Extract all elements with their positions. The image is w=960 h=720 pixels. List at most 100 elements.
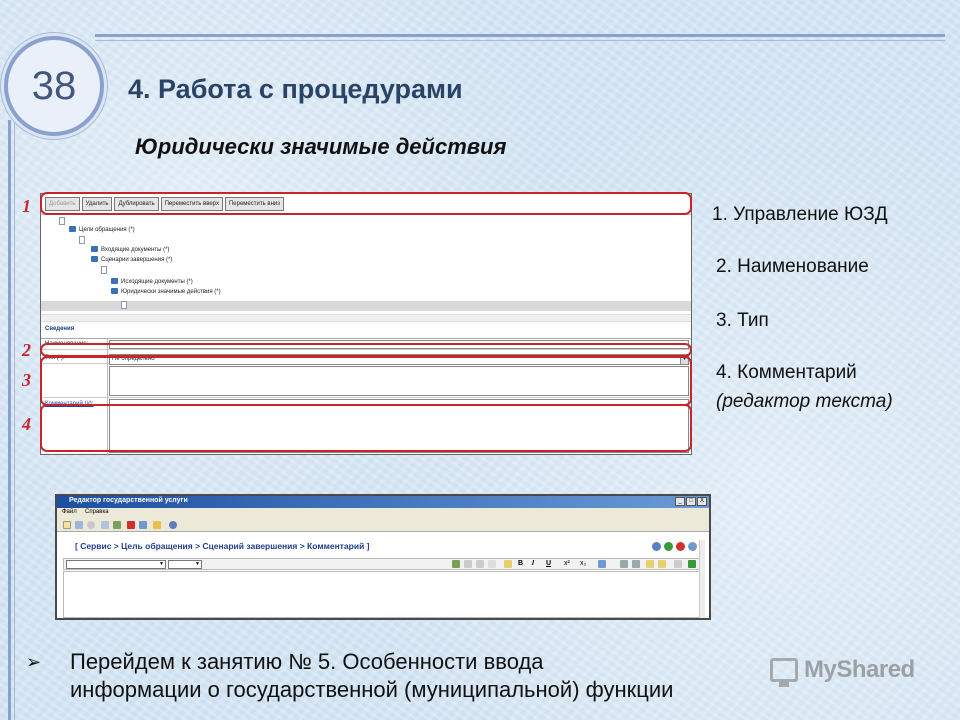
list-icon[interactable]	[620, 560, 628, 568]
folder-icon	[111, 288, 118, 295]
editor-toolbar: ▼ ▼ B I U x² x₂	[63, 558, 703, 570]
tree-item-label: Сценарии завершения (*)	[101, 257, 173, 263]
export-icon[interactable]	[113, 521, 121, 529]
highlight-name	[40, 343, 692, 357]
superscript-button[interactable]: x²	[564, 560, 570, 567]
document-icon	[121, 301, 127, 309]
folder-icon	[111, 278, 118, 285]
window-titlebar: Редактор государственной услуги _ □ X	[57, 496, 709, 508]
close-button[interactable]: X	[697, 497, 707, 506]
apply-icon[interactable]	[688, 542, 697, 551]
spellcheck-icon[interactable]	[452, 560, 460, 568]
legend-item-2: 2. Наименование	[716, 256, 869, 277]
window-controls: _ □ X	[675, 497, 707, 506]
link-icon[interactable]	[674, 560, 682, 568]
underline-button[interactable]: U	[546, 560, 551, 567]
legend-item-3: 3. Тип	[716, 310, 769, 331]
text-editor-screenshot: Редактор государственной услуги _ □ X Фа…	[55, 494, 711, 620]
italic-button[interactable]: I	[532, 560, 534, 567]
bullet-arrow-icon: ➢	[26, 652, 42, 672]
comment-editor[interactable]	[63, 571, 703, 618]
image-icon[interactable]	[688, 560, 696, 568]
indent-icon[interactable]	[632, 560, 640, 568]
tree-item-completion-scenarios[interactable]: Сценарии завершения (*)	[91, 256, 172, 265]
minimize-button[interactable]: _	[675, 497, 685, 506]
check-icon[interactable]	[139, 521, 147, 529]
menu-bar: Файл Справка	[57, 508, 709, 518]
next-lesson-line1: Перейдем к занятию № 5. Особенности ввод…	[70, 649, 544, 674]
marker-3: 3	[22, 370, 31, 390]
tree-item-label: Цели обращения (*)	[79, 227, 135, 233]
watermark-text: MyShared	[804, 656, 915, 683]
cut-icon[interactable]	[464, 560, 472, 568]
section-title: Сведения	[45, 326, 75, 332]
marker-4: 4	[22, 414, 31, 434]
bold-button[interactable]: B	[518, 560, 523, 567]
settings-icon[interactable]	[87, 521, 95, 529]
menu-file[interactable]: Файл	[62, 509, 77, 515]
selected-tree-row[interactable]	[41, 301, 691, 311]
breadcrumb-actions	[652, 542, 697, 551]
delete-icon[interactable]	[127, 521, 135, 529]
watermark: MyShared	[770, 656, 915, 687]
paste-icon[interactable]	[488, 560, 496, 568]
folder-icon	[69, 226, 76, 233]
slide-title: 4. Работа с процедурами	[128, 74, 463, 104]
ok-icon[interactable]	[664, 542, 673, 551]
subscript-button[interactable]: x₂	[580, 560, 586, 567]
procedure-tree: Цели обращения (*) Входящие документы (*…	[41, 214, 691, 314]
tree-item-legal-actions[interactable]: Юридически значимые действия (*)	[111, 288, 221, 297]
highlight-comment	[40, 404, 692, 452]
align-icon[interactable]	[646, 560, 654, 568]
breadcrumb-path: [ Сервис > Цель обращения > Сценарий зав…	[75, 541, 370, 551]
frame-line-left-inner	[14, 120, 15, 720]
help-icon[interactable]	[652, 542, 661, 551]
format-icon[interactable]	[504, 560, 512, 568]
help-icon[interactable]	[169, 521, 177, 529]
slide-number-badge: 38	[4, 36, 104, 136]
warning-icon[interactable]	[153, 521, 161, 529]
window-title: Редактор государственной услуги	[69, 497, 188, 504]
frame-line-top	[95, 34, 945, 37]
breadcrumb: [ Сервис > Цель обращения > Сценарий зав…	[57, 540, 709, 554]
tree-item[interactable]	[79, 236, 85, 245]
frame-line-left	[8, 120, 11, 720]
tree-item[interactable]	[59, 217, 65, 226]
copy-icon[interactable]	[476, 560, 484, 568]
document-icon	[79, 236, 85, 244]
document-icon	[101, 266, 107, 274]
menu-help[interactable]: Справка	[85, 509, 109, 515]
save-icon[interactable]	[75, 521, 83, 529]
next-lesson-line2: информации о государственной (муниципаль…	[70, 677, 674, 702]
cancel-icon[interactable]	[676, 542, 685, 551]
horizontal-scrollbar[interactable]	[41, 314, 691, 322]
legend-item-1: 1. Управление ЮЗД	[712, 204, 888, 225]
new-icon[interactable]	[63, 521, 71, 529]
font-family-select[interactable]: ▼	[66, 560, 166, 569]
tree-item-label: Исходящие документы (*)	[121, 279, 193, 285]
print-icon[interactable]	[101, 521, 109, 529]
text-color-icon[interactable]	[598, 560, 606, 568]
highlight-type	[40, 356, 692, 406]
vertical-scrollbar[interactable]	[699, 540, 705, 618]
tree-item-goals[interactable]: Цели обращения (*)	[69, 226, 135, 235]
tree-item[interactable]	[101, 266, 107, 275]
tree-item-outgoing-docs[interactable]: Исходящие документы (*)	[111, 278, 193, 287]
marker-2: 2	[22, 340, 31, 360]
document-icon	[59, 217, 65, 225]
legend-item-4: 4. Комментарий	[716, 362, 857, 383]
tree-item-incoming-docs[interactable]: Входящие документы (*)	[91, 246, 169, 255]
justify-icon[interactable]	[658, 560, 666, 568]
highlight-toolbar	[40, 192, 692, 215]
frame-line-top-inner	[95, 40, 945, 41]
next-lesson-text: Перейдем к занятию № 5. Особенности ввод…	[70, 648, 870, 704]
font-size-select[interactable]: ▼	[168, 560, 202, 569]
monitor-icon	[770, 658, 798, 687]
main-toolbar	[57, 518, 709, 532]
chevron-down-icon: ▼	[159, 561, 164, 567]
tree-item-label: Входящие документы (*)	[101, 247, 170, 253]
legend-item-4-note: (редактор текста)	[716, 391, 893, 412]
folder-icon	[91, 256, 98, 263]
maximize-button[interactable]: □	[686, 497, 696, 506]
chevron-down-icon: ▼	[195, 561, 200, 567]
